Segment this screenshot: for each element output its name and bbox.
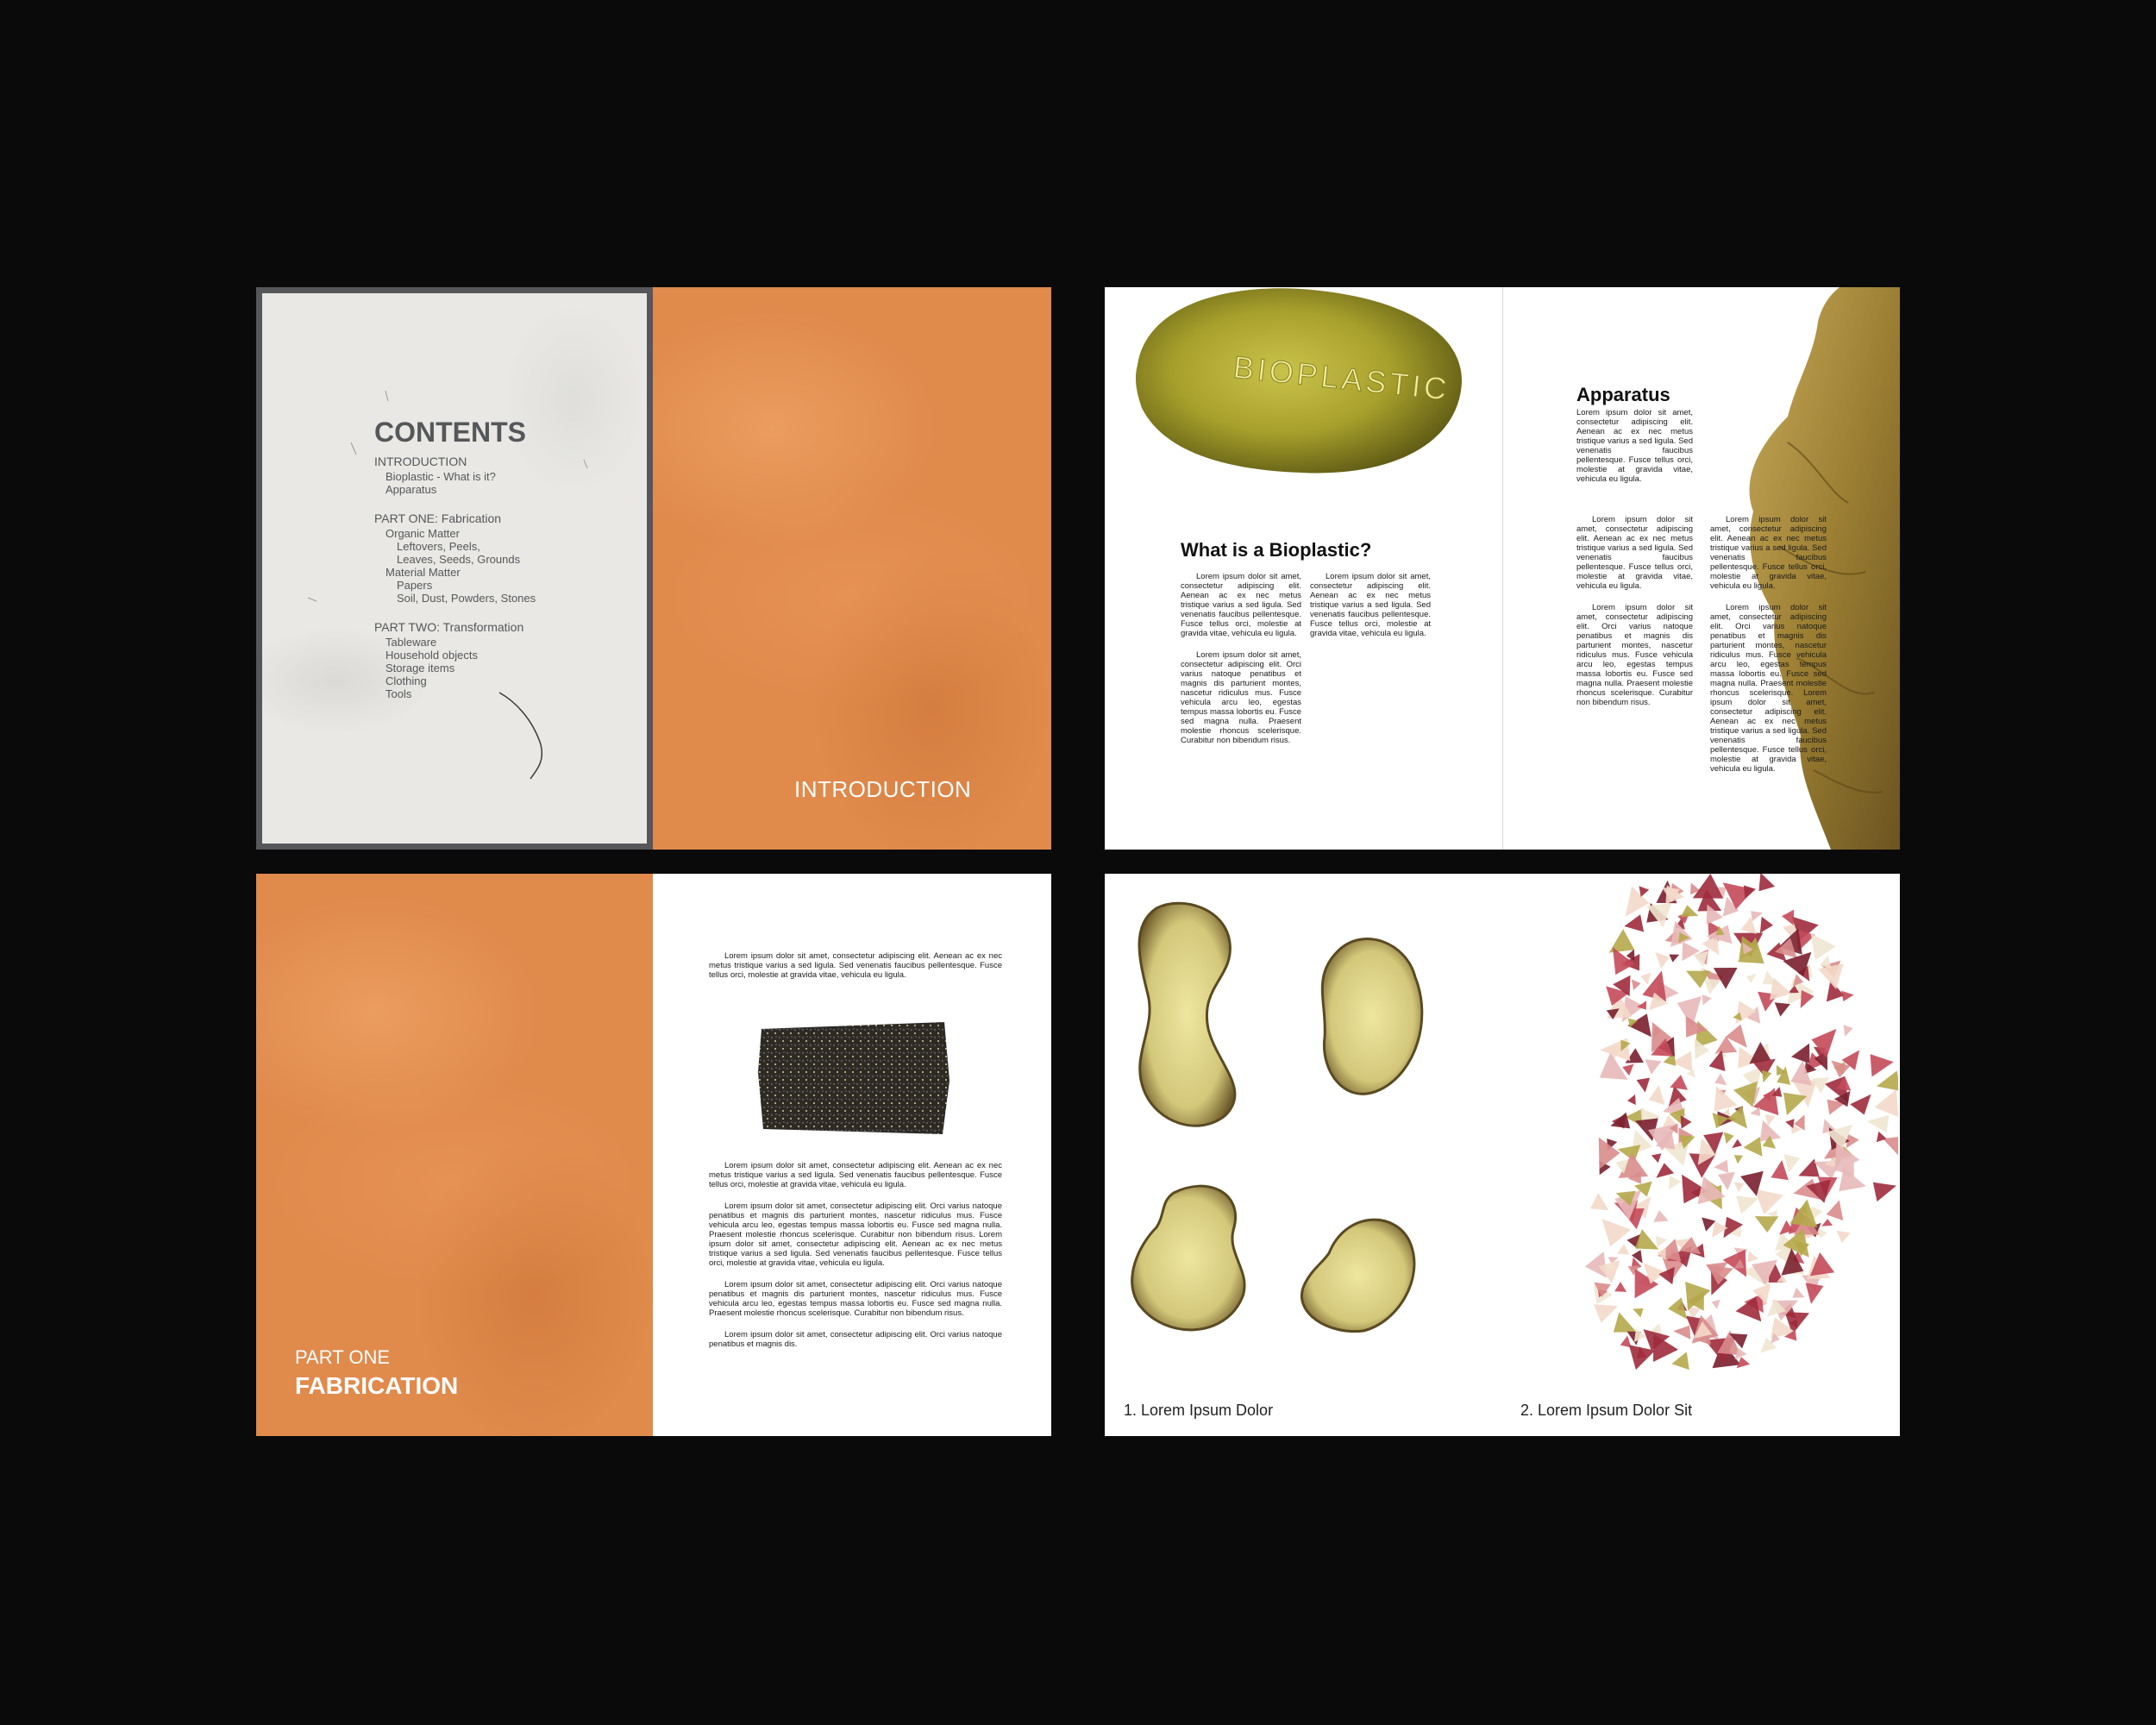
paper-texture-scribble (307, 390, 588, 780)
caption-left: 1. Lorem Ipsum Dolor (1124, 1402, 1274, 1419)
apparatus-heading: Apparatus (1576, 384, 1670, 405)
contents-page: CONTENTS INTRODUCTION Bioplastic - What i… (256, 287, 653, 850)
introduction-title: INTRODUCTION (794, 776, 972, 802)
bioplastic-col1-paragraph-2: Lorem ipsum dolor sit amet, consectetur … (1181, 650, 1301, 745)
apparatus-col1-paragraph-2: Lorem ipsum dolor sit amet, consectetur … (1576, 603, 1693, 707)
apparatus-col2-paragraph-1: Lorem ipsum dolor sit amet, consectetur … (1710, 515, 1827, 591)
fabrication-text-page: Lorem ipsum dolor sit amet, consectetur … (653, 874, 1051, 1436)
fabrication-body-paragraph-1: Lorem ipsum dolor sit amet, consectetur … (709, 1161, 1002, 1189)
bioplastic-column-1: Lorem ipsum dolor sit amet, consectetur … (1181, 572, 1301, 757)
apparatus-column-2: Lorem ipsum dolor sit amet, consectetur … (1710, 515, 1827, 786)
bioplastic-page: BIOPLASTIC What is a Bioplastic? Lorem i… (1105, 287, 1502, 850)
fabrication-top-paragraph: Lorem ipsum dolor sit amet, consectetur … (709, 951, 1002, 980)
fabrication-body-paragraph-4: Lorem ipsum dolor sit amet, consectetur … (709, 1330, 1002, 1349)
bioplastic-heading: What is a Bioplastic? (1181, 539, 1372, 561)
fabrication-body-text: Lorem ipsum dolor sit amet, consectetur … (709, 1161, 1002, 1361)
bioplastic-col1-paragraph-1: Lorem ipsum dolor sit amet, consectetur … (1181, 572, 1301, 638)
peel-pieces-image (1131, 901, 1424, 1333)
spread-contents-introduction: CONTENTS INTRODUCTION Bioplastic - What i… (256, 287, 1051, 850)
spread-bioplastic-apparatus: BIOPLASTIC What is a Bioplastic? Lorem i… (1105, 287, 1900, 850)
apparatus-page: Apparatus Lorem ipsum dolor sit amet, co… (1503, 287, 1900, 850)
apparatus-intro: Lorem ipsum dolor sit amet, consectetur … (1576, 408, 1693, 496)
fabrication-body-paragraph-3: Lorem ipsum dolor sit amet, consectetur … (709, 1280, 1002, 1318)
soil-sample-image (758, 1022, 950, 1134)
bioplastic-col2-paragraph-1: Lorem ipsum dolor sit amet, consectetur … (1310, 572, 1431, 638)
fabrication-body-paragraph-2: Lorem ipsum dolor sit amet, consectetur … (709, 1201, 1002, 1268)
apparatus-col2-paragraph-2: Lorem ipsum dolor sit amet, consectetur … (1710, 603, 1827, 774)
fabrication-title: FABRICATION (295, 1372, 459, 1399)
part-one-label: PART ONE (295, 1346, 391, 1368)
introduction-page: INTRODUCTION (653, 287, 1051, 850)
bioplastic-column-2: Lorem ipsum dolor sit amet, consectetur … (1310, 572, 1431, 650)
fabrication-top-text: Lorem ipsum dolor sit amet, consectetur … (709, 951, 1002, 992)
caption-right: 2. Lorem Ipsum Dolor Sit (1520, 1402, 1693, 1419)
bioplastic-fruit-image: BIOPLASTIC (1135, 288, 1463, 474)
shavings-pile-image (1584, 874, 1898, 1371)
apparatus-intro-paragraph: Lorem ipsum dolor sit amet, consectetur … (1576, 408, 1693, 484)
apparatus-col1-paragraph-1: Lorem ipsum dolor sit amet, consectetur … (1576, 515, 1693, 591)
fabrication-cover-page: PART ONE FABRICATION (256, 874, 653, 1436)
spread-peels-shavings: 1. Lorem Ipsum Dolor 2. Lorem Ipsum Dolo… (1105, 874, 1900, 1436)
spread-part-one-fabrication: PART ONE FABRICATION Lorem ipsum dolor s… (256, 874, 1051, 1436)
apparatus-column-1: Lorem ipsum dolor sit amet, consectetur … (1576, 515, 1693, 719)
